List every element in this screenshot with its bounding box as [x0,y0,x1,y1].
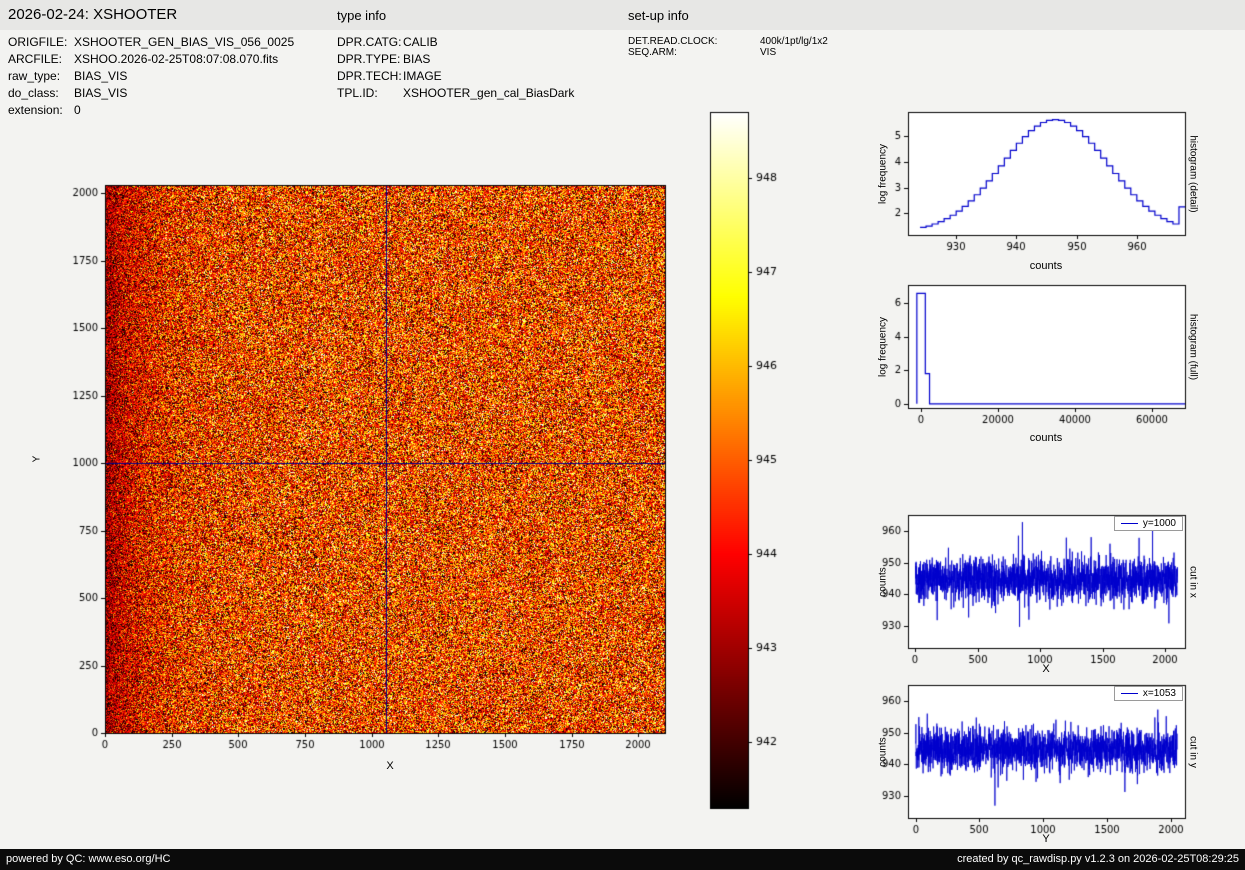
qc-report-page: 2026-02-24: XSHOOTER type info set-up in… [0,0,1245,870]
histogram-detail-ylabel: log frequency [877,143,889,205]
meta-label: DET.READ.CLOCK: [628,36,718,47]
meta-value: IMAGE [403,69,442,83]
meta-label: ARCFILE: [8,52,63,66]
header-bar: 2026-02-24: XSHOOTER type info set-up in… [0,0,1245,30]
meta-label: raw_type: [8,69,61,83]
colorbar-canvas [700,110,790,815]
histogram-full-canvas [870,273,1210,441]
meta-value: BIAS_VIS [74,86,128,100]
meta-label: SEQ.ARM: [628,47,677,58]
cut-x-ylabel: counts [877,567,889,597]
histogram-detail-right-label: histogram (detail) [1187,135,1199,213]
meta-label: do_class: [8,86,59,100]
cut-y-legend-label: x=1053 [1142,688,1176,699]
meta-value: XSHOOTER_GEN_BIAS_VIS_056_0025 [74,35,295,49]
histogram-detail-xlabel: counts [1029,260,1063,272]
footer-bar: powered by QC: www.eso.org/HC created by… [0,849,1245,870]
meta-value: XSHOO.2026-02-25T08:07:08.070.fits [74,52,279,66]
bias-image-ylabel: Y [31,455,43,463]
legend-line-icon [1120,523,1138,524]
bias-image-canvas [55,175,700,773]
legend-line-icon [1120,693,1138,694]
bias-image-xlabel: X [386,760,394,772]
cut-y-xlabel: Y [1042,833,1050,845]
cut-x-right-label: cut in x [1187,566,1199,598]
meta-label: ORIGFILE: [8,35,68,49]
cut-x-legend-label: y=1000 [1142,518,1176,529]
meta-label: TPL.ID: [337,86,378,100]
meta-value: VIS [760,47,777,58]
footer-right-text: created by qc_rawdisp.py v1.2.3 on 2026-… [957,853,1239,865]
meta-label: DPR.CATG: [337,35,402,49]
setup-info-heading: set-up info [628,8,689,23]
cut-y-ylabel: counts [877,737,889,767]
histogram-full-right-label: histogram (full) [1187,313,1199,381]
cut-y-legend: x=1053 [1113,686,1183,701]
meta-value: 400k/1pt/lg/1x2 [760,36,828,47]
meta-value: BIAS_VIS [74,69,128,83]
page-title: 2026-02-24: XSHOOTER [8,6,178,23]
meta-value: 0 [74,103,81,117]
type-info-heading: type info [337,8,387,23]
meta-value: XSHOOTER_gen_cal_BiasDark [403,86,575,100]
meta-value: BIAS [403,52,431,66]
meta-label: DPR.TECH: [337,69,402,83]
meta-value: CALIB [403,35,438,49]
histogram-full-xlabel: counts [1029,432,1063,444]
histogram-full-ylabel: log frequency [877,316,889,378]
cut-y-right-label: cut in y [1187,736,1199,768]
footer-left-text: powered by QC: www.eso.org/HC [6,853,171,865]
meta-label: DPR.TYPE: [337,52,401,66]
histogram-detail-canvas [870,100,1210,268]
meta-label: extension: [8,103,63,117]
cut-x-legend: y=1000 [1113,516,1183,531]
